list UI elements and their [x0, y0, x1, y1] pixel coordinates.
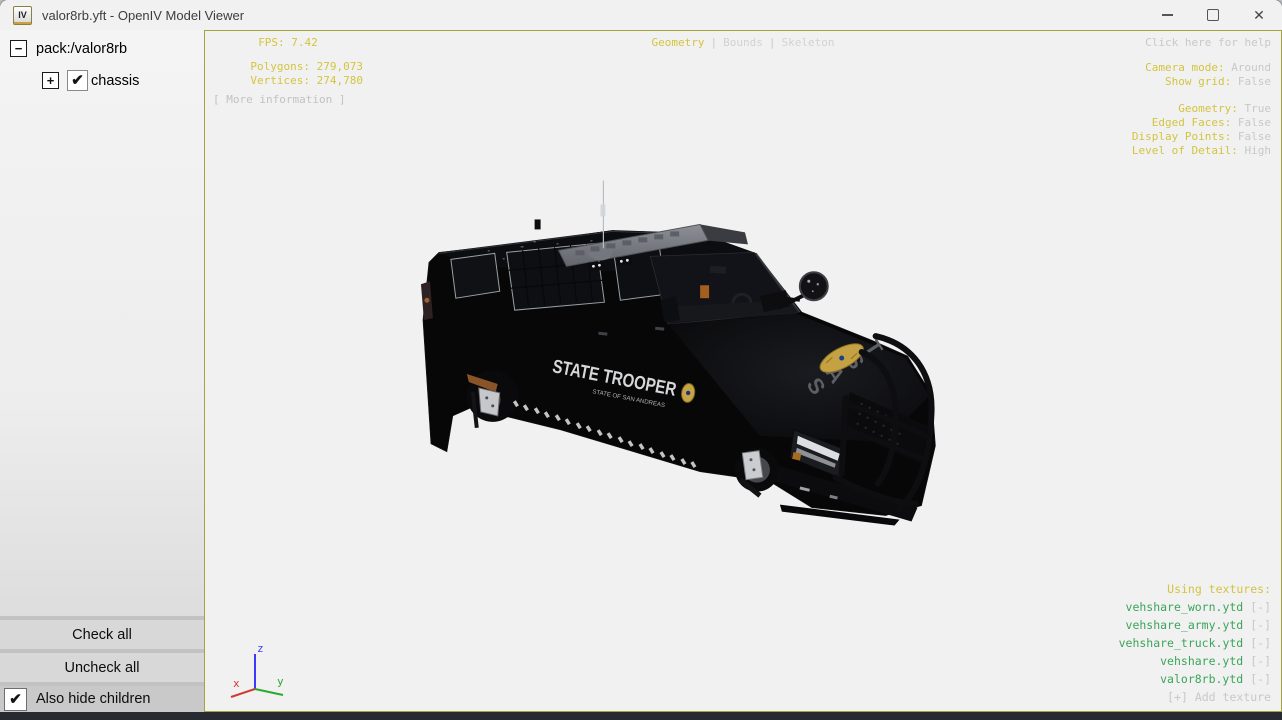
polygon-count: Polygons: 279,073 [250, 60, 363, 73]
rear-axle-parts [466, 370, 519, 429]
fps-counter: FPS: 7.42 [258, 36, 318, 49]
front-brake [735, 447, 779, 498]
setting-geometry[interactable]: Geometry: True [1132, 102, 1271, 116]
texture-row: vehshare.ytd [-] [1119, 652, 1271, 670]
more-information-link[interactable]: [ More information ] [213, 93, 363, 107]
texture-name: vehshare.ytd [1160, 654, 1244, 668]
window-title: valor8rb.yft - OpenIV Model Viewer [42, 7, 245, 23]
texture-row: vehshare_truck.ytd [-] [1119, 634, 1271, 652]
stats-overlay: FPS: 7.42 Polygons: 279,073 Vertices: 27… [213, 36, 363, 107]
model-tree-sidebar: − pack:/valor8rb + ✔ chassis Check all U… [0, 30, 204, 712]
texture-name: vehshare_worn.ytd [1125, 600, 1244, 614]
app-window: IV valor8rb.yft - OpenIV Model Viewer ✕ … [0, 0, 1282, 720]
minimize-button[interactable] [1144, 0, 1190, 30]
tab-bounds[interactable]: Bounds [723, 36, 763, 49]
window-bottom-edge [0, 712, 1282, 720]
check-all-button[interactable]: Check all [0, 620, 204, 649]
x-axis-line [230, 688, 256, 698]
tab-separator: | [768, 36, 776, 49]
tab-skeleton[interactable]: Skeleton [782, 36, 835, 49]
model-tree: − pack:/valor8rb + ✔ chassis [0, 30, 204, 91]
checkmark-icon: ✔ [9, 690, 22, 708]
texture-name: valor8rb.ytd [1160, 672, 1244, 686]
also-hide-children-label: Also hide children [36, 691, 151, 707]
setting-edged-faces[interactable]: Edged Faces: False [1132, 116, 1271, 130]
close-button[interactable]: ✕ [1236, 0, 1282, 30]
texture-remove-button[interactable]: [-] [1250, 654, 1271, 668]
chassis-checkbox[interactable]: ✔ [67, 70, 88, 91]
texture-list-header: Using textures: [1167, 582, 1271, 596]
texture-remove-button[interactable]: [-] [1250, 672, 1271, 686]
tree-root-row[interactable]: − pack:/valor8rb [10, 40, 204, 57]
collapse-toggle-icon[interactable]: − [10, 40, 27, 57]
x-axis-label: x [233, 677, 240, 690]
texture-row: valor8rb.ytd [-] [1119, 670, 1271, 688]
setting-camera-mode[interactable]: Camera mode: Around [1132, 61, 1271, 75]
tree-chassis-row[interactable]: + ✔ chassis [10, 70, 204, 91]
checkmark-icon: ✔ [71, 72, 84, 89]
uncheck-all-button[interactable]: Uncheck all [0, 653, 204, 682]
view-mode-tabs: Geometry | Bounds | Skeleton [652, 36, 835, 50]
add-texture-button[interactable]: [+] Add texture [1119, 688, 1271, 706]
z-axis-label: z [257, 642, 264, 655]
texture-remove-button[interactable]: [-] [1250, 600, 1271, 614]
texture-name: vehshare_army.ytd [1125, 618, 1244, 632]
minimize-icon [1161, 14, 1173, 16]
tab-geometry[interactable]: Geometry [652, 36, 705, 49]
app-icon: IV [13, 5, 32, 25]
tree-actions: Check all Uncheck all ✔ Also hide childr… [0, 616, 204, 712]
y-axis-label: y [277, 675, 284, 688]
title-bar[interactable]: IV valor8rb.yft - OpenIV Model Viewer ✕ [0, 0, 1282, 30]
texture-name: vehshare_truck.ytd [1118, 636, 1244, 650]
axis-gizmo: z x y [230, 642, 284, 698]
tree-root-label: pack:/valor8rb [36, 40, 128, 57]
expand-toggle-icon[interactable]: + [42, 72, 59, 89]
setting-show-grid[interactable]: Show grid: False [1132, 75, 1271, 89]
texture-row: vehshare_worn.ytd [-] [1119, 598, 1271, 616]
texture-list: Using textures: vehshare_worn.ytd [-] veh… [1119, 580, 1271, 706]
help-link[interactable]: Click here for help [1132, 36, 1271, 50]
texture-row: vehshare_army.ytd [-] [1119, 616, 1271, 634]
texture-remove-button[interactable]: [-] [1250, 636, 1271, 650]
tree-chassis-label: chassis [91, 72, 140, 89]
texture-remove-button[interactable]: [-] [1250, 618, 1271, 632]
maximize-icon [1207, 9, 1219, 21]
close-icon: ✕ [1253, 7, 1265, 23]
settings-overlay: Click here for help Camera mode: Around S… [1132, 36, 1271, 158]
setting-display-points[interactable]: Display Points: False [1132, 130, 1271, 144]
vertex-count: Vertices: 274,780 [250, 74, 363, 87]
maximize-button[interactable] [1190, 0, 1236, 30]
y-axis-line [254, 688, 284, 696]
also-hide-children-row[interactable]: ✔ Also hide children [0, 686, 204, 712]
spotlight [777, 271, 829, 310]
tab-separator: | [710, 36, 718, 49]
windshield [649, 251, 801, 325]
also-hide-children-checkbox[interactable]: ✔ [4, 687, 27, 711]
viewport[interactable]: SAST STATE TROOPER STATE OF SAN ANDREAS … [204, 30, 1282, 712]
setting-level-of-detail[interactable]: Level of Detail: High [1132, 144, 1271, 158]
